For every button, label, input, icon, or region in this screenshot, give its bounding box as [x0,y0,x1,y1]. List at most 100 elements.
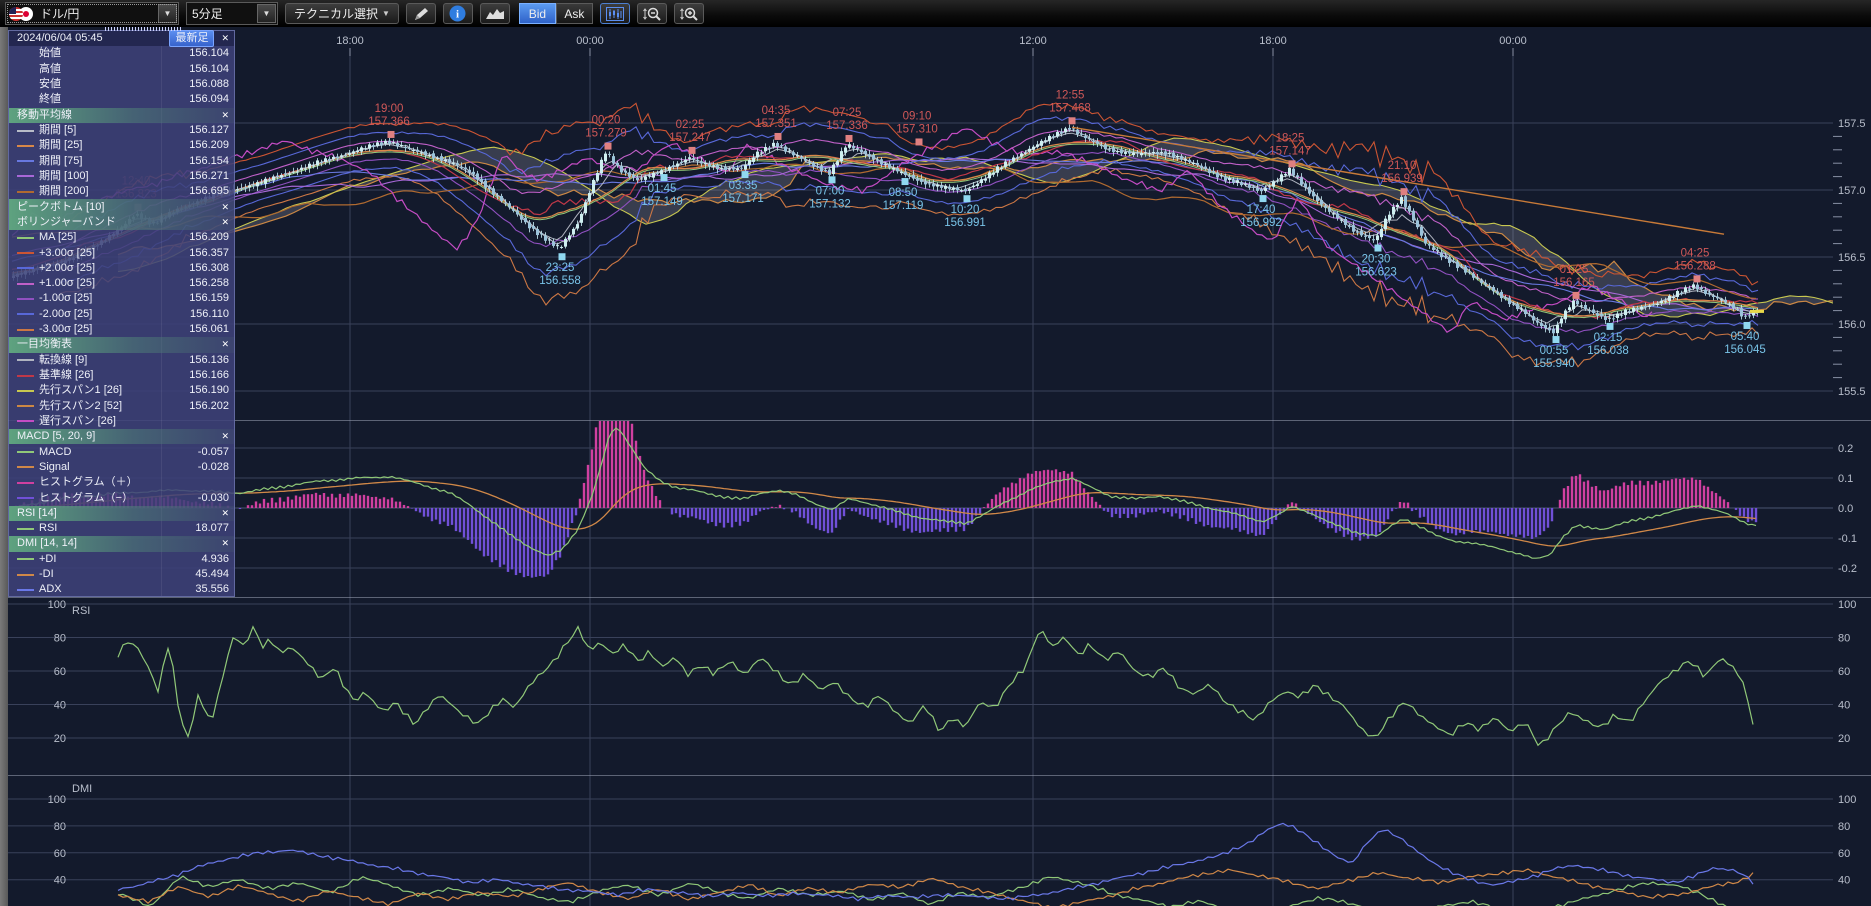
row-value: 156.088 [189,77,229,92]
price-chart-canvas[interactable]: 157.5157.0156.5156.0155.518:0000:0012:00… [0,0,1871,906]
indicator-row: ヒストグラム（＋） [9,475,234,490]
svg-text:03:35: 03:35 [729,180,758,192]
svg-text:157.5: 157.5 [1838,118,1866,130]
line-swatch [17,482,34,484]
row-label: 遅行スパン [26] [39,414,229,429]
line-swatch [17,574,34,576]
candle-chart-button[interactable] [600,3,630,24]
row-label: RSI [39,521,195,536]
svg-text:156.045: 156.045 [1724,344,1766,356]
svg-text:157.132: 157.132 [809,198,851,210]
svg-text:156.0: 156.0 [1838,319,1866,331]
svg-text:157.351: 157.351 [755,118,797,130]
panel-date-header: 2024/06/04 05:45 最新足 ✕ [9,31,234,46]
indicator-row: 基準線 [26]156.166 [9,368,234,383]
close-icon[interactable]: ✕ [221,200,229,215]
svg-text:20: 20 [54,733,66,745]
svg-text:20: 20 [1838,733,1850,745]
close-icon[interactable]: ✕ [221,536,229,551]
indicator-info-panel[interactable]: 2024/06/04 05:45 最新足 ✕ 始値156.104高値156.10… [8,30,235,597]
line-swatch [17,466,34,468]
line-swatch [17,375,34,377]
svg-text:09:10: 09:10 [903,110,932,122]
svg-text:0.1: 0.1 [1838,473,1853,485]
svg-text:00:00: 00:00 [1499,35,1527,47]
svg-text:157.336: 157.336 [826,120,868,132]
svg-text:19:00: 19:00 [375,103,404,115]
svg-text:RSI: RSI [72,605,90,617]
timeframe-selector[interactable]: 5分足 ▼ [186,2,278,25]
line-swatch [17,359,34,361]
info-button[interactable]: i [443,3,473,24]
indicator-row: 転換線 [9]156.136 [9,353,234,368]
svg-text:156.038: 156.038 [1587,345,1629,357]
ask-toggle[interactable]: Ask [556,3,593,24]
row-label: 先行スパン1 [26] [39,383,189,398]
row-label: MACD [39,445,198,460]
svg-text:07:00: 07:00 [816,185,845,197]
svg-text:07:25: 07:25 [833,107,862,119]
svg-text:01:25: 01:25 [1560,264,1589,276]
line-swatch [17,237,34,239]
svg-text:155.5: 155.5 [1838,386,1866,398]
area-chart-button[interactable] [480,3,510,24]
zoom-in-button[interactable] [674,3,704,24]
line-swatch [17,420,34,422]
svg-text:05:40: 05:40 [1731,331,1760,343]
indicator-row: +1.00σ [25]156.258 [9,276,234,291]
close-icon[interactable]: ✕ [221,31,229,46]
svg-text:10:20: 10:20 [951,204,980,216]
timeframe-chevron-down-icon[interactable]: ▼ [257,4,276,23]
close-icon[interactable]: ✕ [221,506,229,521]
indicator-row: +3.00σ [25]156.357 [9,245,234,260]
svg-text:157.147: 157.147 [1269,145,1311,157]
close-icon[interactable]: ✕ [221,429,229,444]
row-value: 156.154 [189,154,229,169]
latest-candle-badge: 最新足 [169,30,214,47]
pair-chevron-down-icon[interactable]: ▼ [158,4,177,23]
svg-text:157.366: 157.366 [368,116,410,128]
svg-text:60: 60 [1838,666,1850,678]
row-label: -3.00σ [25] [39,322,189,337]
svg-text:157.0: 157.0 [1838,185,1866,197]
line-swatch [17,313,34,315]
line-swatch [17,497,34,499]
svg-text:12:00: 12:00 [1019,35,1047,47]
row-value: 35.556 [195,582,229,597]
indicator-row: 遅行スパン [26] [9,414,234,429]
svg-text:04:25: 04:25 [1681,247,1710,259]
svg-text:23:25: 23:25 [546,262,575,274]
pair-selector[interactable]: ドル/円 ▼ [5,2,179,25]
indicator-row: 先行スパン2 [52]156.202 [9,399,234,414]
svg-text:156.288: 156.288 [1674,260,1716,272]
candle-datetime: 2024/06/04 05:45 [17,31,163,46]
indicator-row: MACD-0.057 [9,444,234,459]
close-icon[interactable]: ✕ [221,337,229,352]
svg-text:60: 60 [54,666,66,678]
indicator-row: 期間 [75]156.154 [9,154,234,169]
indicator-section-header: MACD [5, 20, 9] ✕ [9,429,234,444]
draw-tool-button[interactable] [406,3,436,24]
svg-text:02:15: 02:15 [1594,332,1623,344]
row-value: 156.209 [189,138,229,153]
row-value: 156.308 [189,261,229,276]
close-icon[interactable]: ✕ [221,215,229,230]
bid-toggle[interactable]: Bid [519,3,556,24]
technical-select-button[interactable]: テクニカル選択 ▼ [285,3,399,24]
svg-text:157.279: 157.279 [585,128,627,140]
left-scrollbar[interactable] [0,27,8,906]
indicator-row: ADX35.556 [9,582,234,597]
indicator-row: ヒストグラム（−）-0.030 [9,490,234,505]
section-label: MACD [5, 20, 9] [17,429,214,444]
row-value: 156.061 [189,322,229,337]
indicator-row: -DI45.494 [9,567,234,582]
svg-text:157.149: 157.149 [641,196,683,208]
close-icon[interactable]: ✕ [221,108,229,123]
row-value: -0.028 [198,460,229,475]
zoom-out-button[interactable] [637,3,667,24]
ohlc-row: 高値156.104 [9,62,234,77]
panel-drag-handle[interactable] [105,27,181,31]
line-swatch [17,283,34,285]
indicator-section-header: DMI [14, 14]✕ [9,536,234,551]
row-value: 156.695 [189,184,229,199]
